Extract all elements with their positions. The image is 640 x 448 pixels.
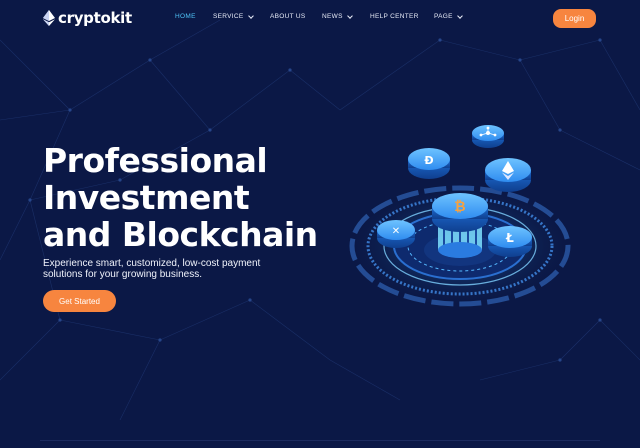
hero-subtitle: Experience smart, customized, low-cost p… [43, 258, 303, 280]
nav-item-home[interactable]: HOME [175, 13, 213, 20]
nav-item-label: SERVICE [213, 13, 244, 20]
chevron-down-icon [247, 12, 254, 19]
nav-item-label: PAGE [434, 13, 453, 20]
nav-item-news[interactable]: NEWS [322, 12, 370, 20]
nav-item-label: ABOUT US [270, 13, 306, 20]
ethereum-coin-icon [485, 158, 531, 192]
nav-item-label: NEWS [322, 13, 343, 20]
crypto-platform-icon: ₿ ✕ Ł Đ [348, 125, 572, 308]
hero-title: Professional Investment and Blockchain [43, 142, 343, 253]
svg-text:Ł: Ł [505, 231, 514, 245]
site-header: cryptokit HOME SERVICE ABOUT US NEWS HEL… [0, 0, 640, 36]
nav-item-about-us[interactable]: ABOUT US [270, 13, 322, 20]
hero-title-line: Investment [43, 178, 250, 217]
nav-item-label: HELP CENTER [370, 13, 419, 20]
main-nav: HOME SERVICE ABOUT US NEWS HELP CENTER P… [175, 12, 474, 20]
svg-text:✕: ✕ [392, 226, 400, 237]
nav-item-service[interactable]: SERVICE [213, 12, 270, 20]
hero-title-line: Professional [43, 141, 268, 180]
chevron-down-icon [346, 12, 353, 19]
svg-text:Đ: Đ [424, 154, 433, 167]
network-coin-icon [472, 125, 504, 148]
dash-coin-icon: Đ [408, 148, 450, 179]
brand-logo[interactable]: cryptokit [43, 9, 132, 27]
bitcoin-coin-icon: ₿ [432, 193, 488, 232]
svg-text:₿: ₿ [454, 199, 465, 215]
nav-item-help-center[interactable]: HELP CENTER [370, 13, 434, 20]
brand-name: cryptokit [58, 9, 132, 27]
ripple-coin-icon: ✕ [377, 220, 415, 248]
hero-subtitle-line: Experience smart, customized, low-cost p… [43, 258, 261, 269]
ethereum-logo-icon [43, 10, 55, 26]
section-divider [40, 440, 600, 441]
get-started-button[interactable]: Get Started [43, 290, 116, 312]
hero-title-line: and Blockchain [43, 215, 318, 254]
chevron-down-icon [456, 12, 463, 19]
login-button[interactable]: Login [553, 9, 596, 28]
nav-item-page[interactable]: PAGE [434, 12, 474, 20]
hero-subtitle-line: solutions for your growing business. [43, 269, 202, 280]
nav-item-label: HOME [175, 13, 196, 20]
litecoin-coin-icon: Ł [488, 226, 532, 257]
